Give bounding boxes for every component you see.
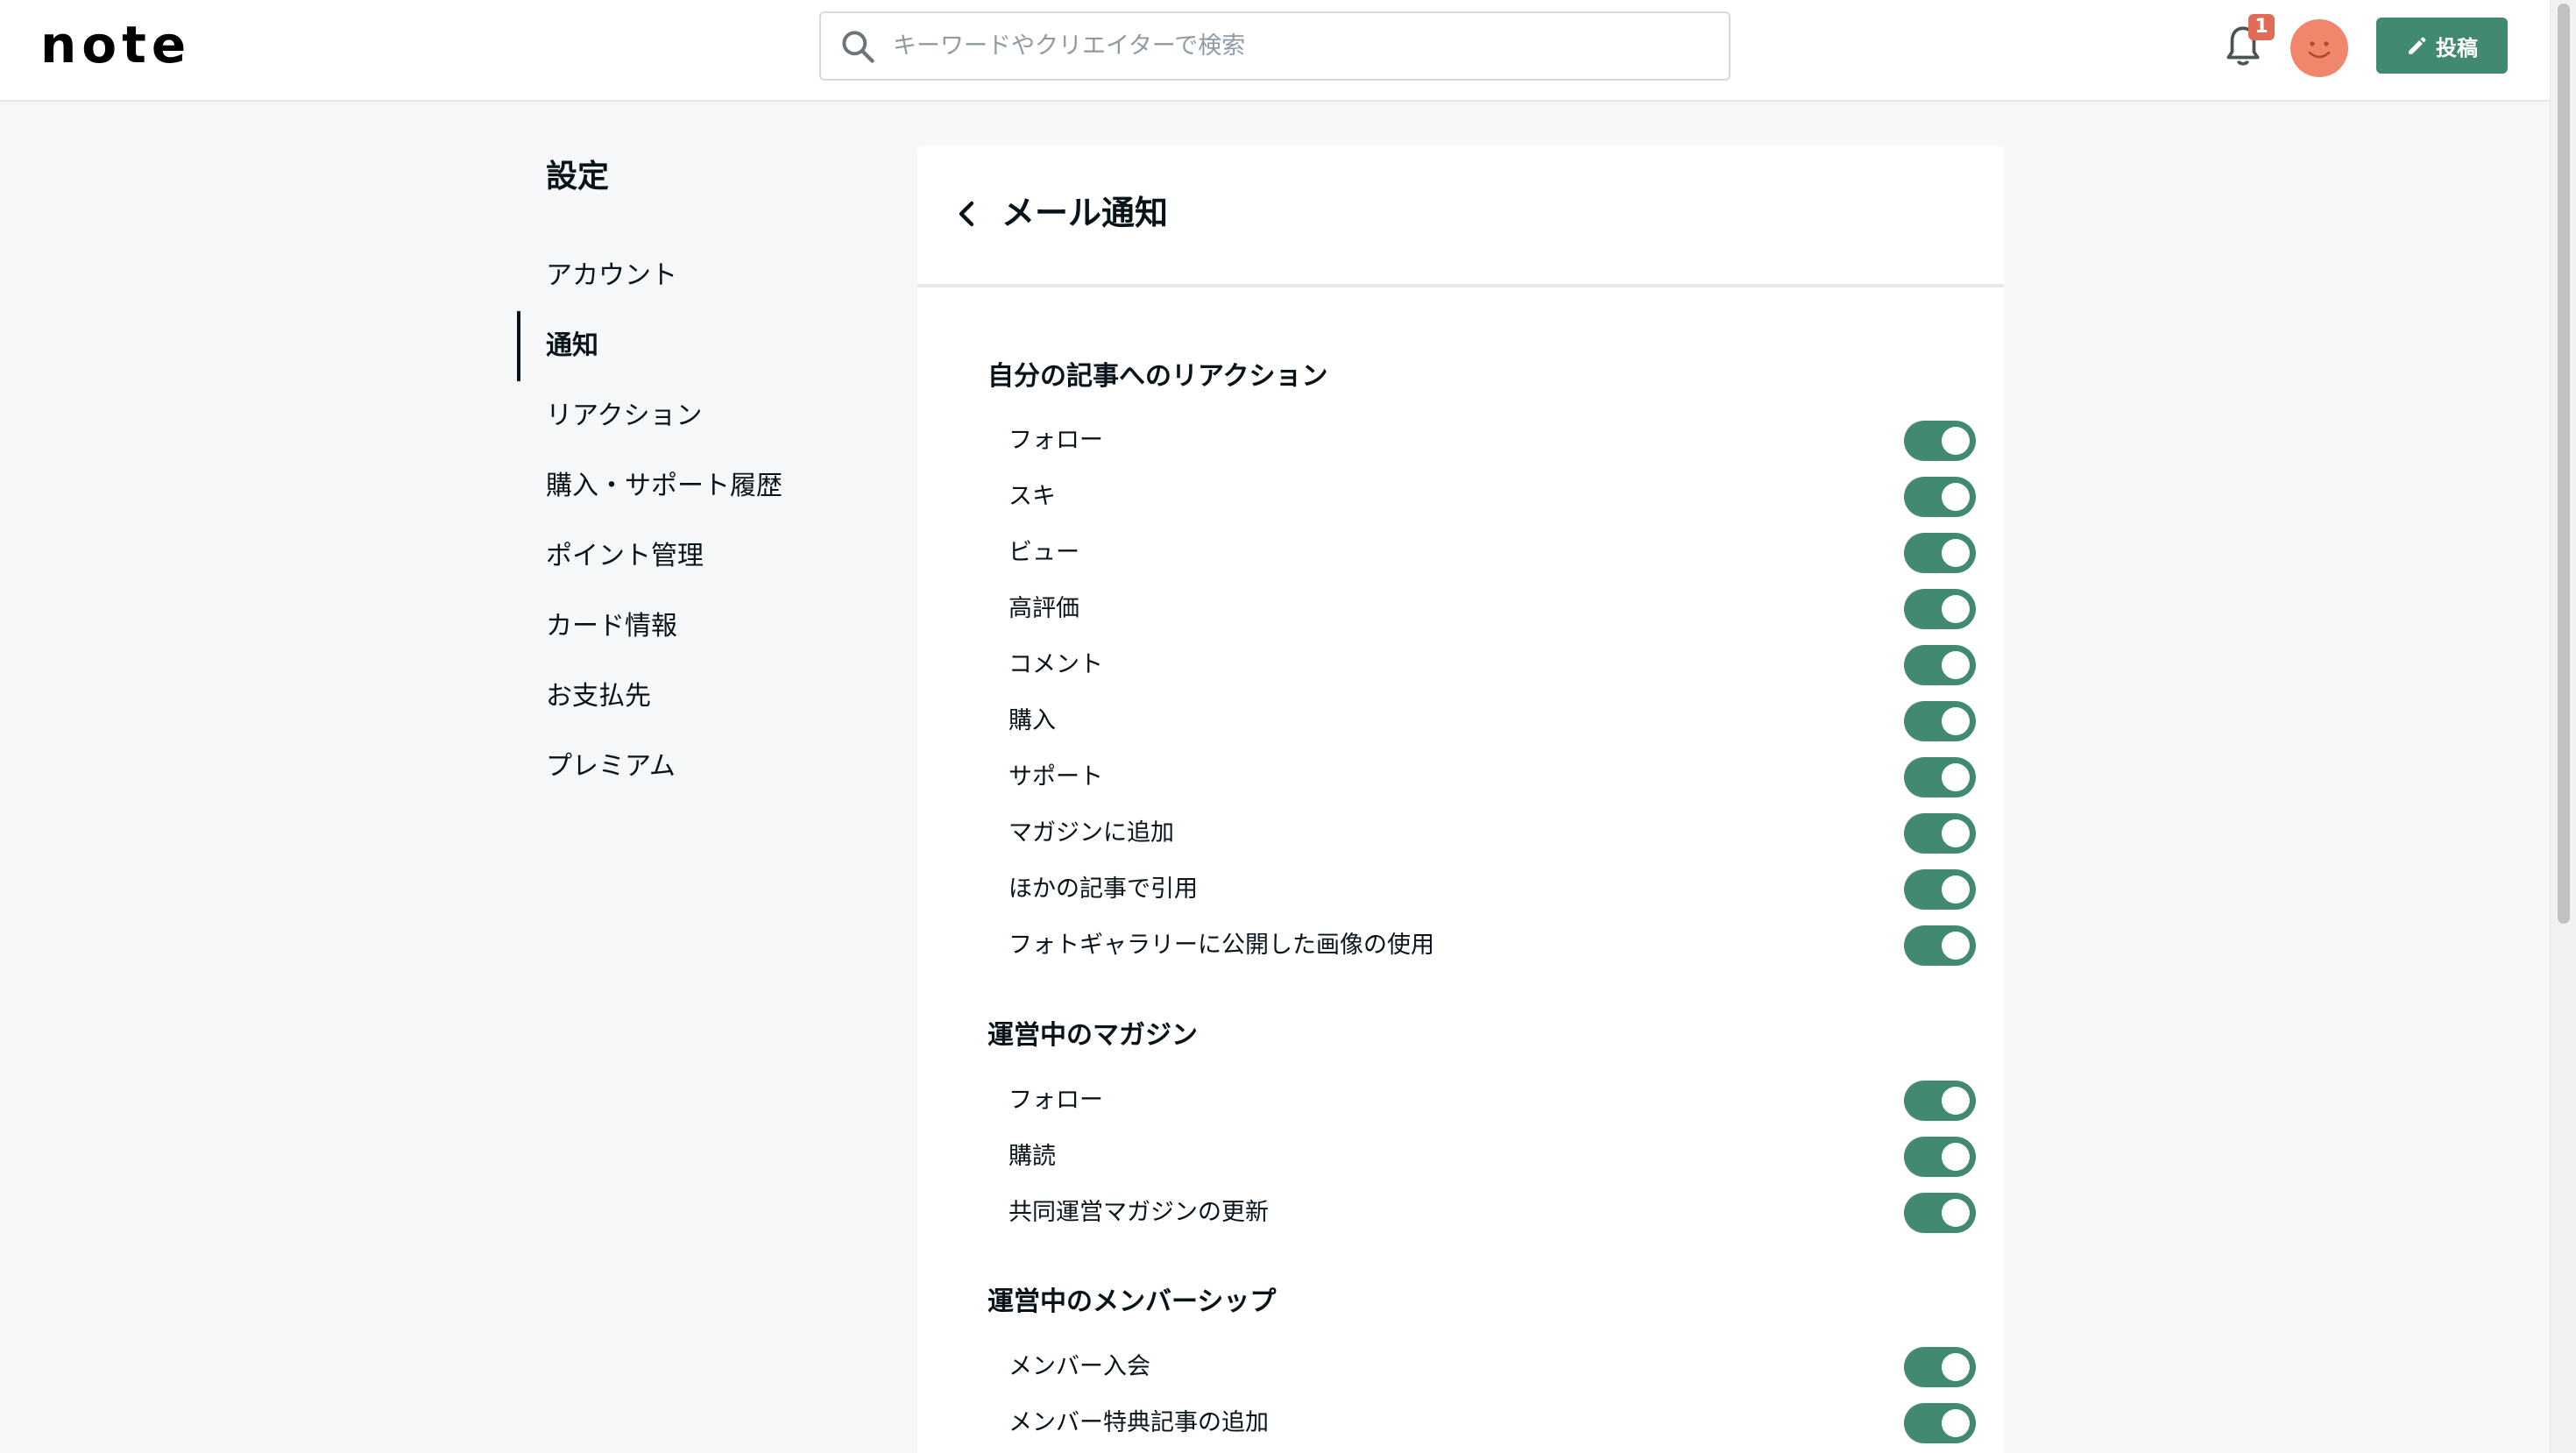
post-button[interactable]: 投稿 [2376, 18, 2508, 74]
setting-row: フォロー [1008, 419, 1981, 463]
settings-sidebar: アカウント 通知 リアクション 購入・サポート履歴 ポイント管理 カード情報 お… [517, 241, 867, 802]
setting-label: メンバー特典記事の追加 [1008, 1409, 1269, 1436]
setting-label: 共同運営マガジンの更新 [1008, 1199, 1269, 1226]
setting-row: メンバー入会 [1008, 1345, 1981, 1389]
panel-title: メール通知 [1001, 194, 1169, 232]
setting-label: 購読 [1008, 1143, 1056, 1170]
section-title-article-reactions: 自分の記事へのリアクション [987, 361, 1328, 392]
post-button-label: 投稿 [2436, 35, 2478, 60]
setting-row: 高評価 [1008, 587, 1981, 631]
setting-label: マガジンに追加 [1008, 819, 1174, 847]
setting-label: フォロー [1008, 427, 1103, 454]
toggle-switch[interactable] [1904, 589, 1976, 629]
back-chevron-icon[interactable] [954, 198, 979, 230]
setting-label: スキ [1008, 483, 1056, 510]
setting-label: メンバー入会 [1008, 1353, 1150, 1380]
toggle-switch[interactable] [1904, 813, 1976, 854]
toggle-switch[interactable] [1904, 1347, 1976, 1387]
scrollbar-thumb[interactable] [2558, 4, 2570, 924]
setting-label: ほかの記事で引用 [1008, 875, 1198, 903]
setting-label: 高評価 [1008, 595, 1079, 622]
setting-row: スキ [1008, 475, 1981, 519]
page-scrollbar[interactable] [2550, 0, 2576, 1453]
notification-count-badge: 1 [2248, 14, 2275, 40]
setting-label: フォトギャラリーに公開した画像の使用 [1008, 932, 1434, 959]
setting-label: ビュー [1008, 539, 1079, 566]
avatar[interactable] [2290, 19, 2348, 77]
pencil-icon [2409, 37, 2426, 54]
setting-label: コメント [1008, 651, 1103, 678]
setting-row: フォトギャラリーに公開した画像の使用 [1008, 924, 1981, 967]
section-title-magazines: 運営中のマガジン [987, 1020, 1198, 1051]
sidebar-item-premium[interactable]: プレミアム [517, 732, 867, 802]
search-input[interactable] [893, 13, 1708, 79]
toggle-switch[interactable] [1904, 421, 1976, 461]
setting-row: 購読 [1008, 1135, 1981, 1179]
setting-label: サポート [1008, 763, 1103, 790]
setting-row: コメント [1008, 643, 1981, 687]
sidebar-item-reactions[interactable]: リアクション [517, 381, 867, 451]
setting-row: ビュー [1008, 531, 1981, 575]
setting-row: フォロー [1008, 1079, 1981, 1123]
note-logo[interactable]: note [40, 14, 191, 75]
sidebar-item-account[interactable]: アカウント [517, 241, 867, 311]
toggle-switch[interactable] [1904, 1193, 1976, 1233]
panel-header: メール通知 [917, 145, 2004, 287]
toggle-switch[interactable] [1904, 533, 1976, 573]
toggle-switch[interactable] [1904, 1137, 1976, 1177]
search-box[interactable] [819, 11, 1730, 81]
toggle-switch[interactable] [1904, 869, 1976, 910]
section-title-memberships: 運営中のメンバーシップ [987, 1286, 1277, 1317]
top-header: note 1 投稿 [0, 0, 2550, 102]
setting-row: サポート [1008, 755, 1981, 799]
toggle-switch[interactable] [1904, 757, 1976, 797]
setting-label: 購入 [1008, 707, 1056, 734]
setting-row: メンバー特典記事の追加 [1008, 1401, 1981, 1445]
setting-row: 購入 [1008, 699, 1981, 743]
sidebar-item-points[interactable]: ポイント管理 [517, 521, 867, 592]
settings-title: 設定 [546, 159, 610, 195]
sidebar-item-notifications[interactable]: 通知 [517, 311, 867, 381]
sidebar-item-card-info[interactable]: カード情報 [517, 592, 867, 662]
toggle-switch[interactable] [1904, 925, 1976, 966]
email-notification-panel: メール通知 自分の記事へのリアクション フォロー スキ ビュー 高評価 コメント… [917, 145, 2004, 1453]
toggle-switch[interactable] [1904, 1403, 1976, 1443]
setting-row: マガジンに追加 [1008, 812, 1981, 855]
sidebar-item-purchase-history[interactable]: 購入・サポート履歴 [517, 451, 867, 521]
toggle-switch[interactable] [1904, 645, 1976, 685]
toggle-switch[interactable] [1904, 1081, 1976, 1121]
setting-row: 共同運営マガジンの更新 [1008, 1191, 1981, 1235]
setting-row: ほかの記事で引用 [1008, 868, 1981, 911]
sidebar-item-payee[interactable]: お支払先 [517, 662, 867, 732]
toggle-switch[interactable] [1904, 701, 1976, 741]
search-icon [842, 31, 874, 63]
toggle-switch[interactable] [1904, 477, 1976, 517]
setting-label: フォロー [1008, 1087, 1103, 1114]
app-viewport: note 1 投稿 設定 アカウント [0, 0, 2550, 1453]
